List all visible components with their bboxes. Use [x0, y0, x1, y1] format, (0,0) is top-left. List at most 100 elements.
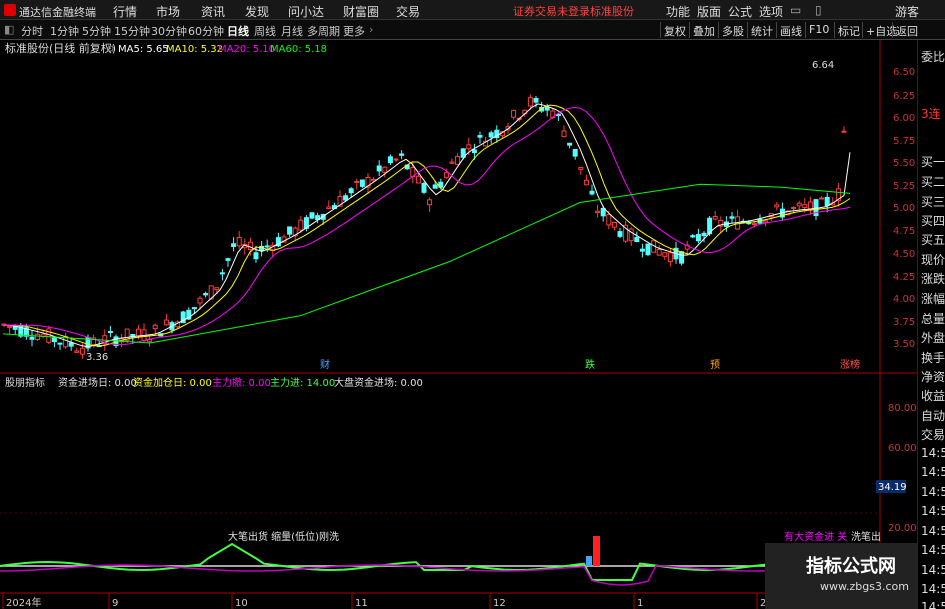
marker-die[interactable]: 跌 — [585, 358, 595, 371]
period-5min[interactable]: 5分钟 — [82, 23, 111, 39]
period-multi[interactable]: 多周期 — [307, 23, 340, 39]
marker-yu[interactable]: 预 — [710, 359, 720, 371]
date-label: 1 — [637, 598, 643, 609]
low-price-label: 3.36 — [86, 352, 108, 363]
app-name: 通达信金融终端 — [19, 6, 96, 19]
btn-fanhui[interactable]: 返回 — [892, 22, 921, 38]
menu-gongshi[interactable]: 公式 — [728, 3, 752, 20]
menu-jiaoyi[interactable]: 交易 — [396, 3, 420, 20]
menu-shichang[interactable]: 市场 — [156, 3, 180, 20]
candle — [595, 210, 601, 214]
btn-biaoji[interactable]: 标记 — [834, 22, 863, 38]
marker-zhangbang[interactable]: 涨榜 — [840, 358, 860, 371]
candle — [253, 252, 259, 260]
candle — [634, 237, 640, 243]
menu-gongneng[interactable]: 功能 — [666, 3, 690, 20]
sub-item-3: 主力进: 14.00 — [270, 376, 335, 389]
candle — [79, 347, 85, 355]
period-60min[interactable]: 60分钟 — [188, 23, 224, 39]
candle — [477, 135, 483, 138]
candle — [152, 324, 158, 330]
sub-indicator-bars — [0, 536, 881, 586]
period-fenshi[interactable]: 分时 — [21, 23, 43, 39]
candle — [359, 179, 365, 187]
quote-panel-item: 现价 — [921, 253, 945, 267]
ma60-label: MA60: 5.18 — [270, 44, 327, 55]
sub-current-value: 34.19 — [878, 482, 907, 493]
menu-zixun[interactable]: 资讯 — [201, 3, 225, 20]
period-day-active[interactable]: 日线 — [227, 23, 249, 39]
minimize-icon[interactable]: ▭ — [790, 3, 801, 17]
user-guest[interactable]: 游客 — [895, 3, 919, 20]
candle — [606, 214, 612, 226]
quote-panel-item: 14:55 — [921, 446, 945, 460]
candle — [695, 234, 701, 242]
candles — [1, 94, 847, 359]
candle — [432, 184, 438, 189]
candle — [219, 272, 225, 275]
quote-panel-item: 14:55 — [921, 563, 945, 577]
marker-cai[interactable]: 财 — [320, 358, 330, 371]
candle — [191, 307, 197, 310]
btn-huaxian[interactable]: 画线 — [776, 22, 805, 38]
candle — [466, 144, 472, 150]
candle — [488, 132, 494, 138]
menu-caifuquan[interactable]: 财富圈 — [343, 3, 379, 20]
settings-gear-icon[interactable]: ⚙ — [106, 44, 115, 55]
candle — [729, 216, 735, 219]
period-month[interactable]: 月线 — [281, 23, 303, 39]
date-label: 10 — [235, 598, 248, 609]
candle — [511, 109, 517, 118]
sub-title: 股朋指标 — [5, 376, 45, 389]
btn-fuquan[interactable]: 复权 — [660, 22, 689, 38]
chevron-right-icon[interactable]: › — [369, 23, 373, 36]
panel-toggle-icon[interactable]: ◧ — [4, 23, 14, 36]
candle — [578, 167, 584, 170]
candle — [617, 231, 623, 237]
candle — [214, 287, 220, 291]
quote-panel-item: 委比 — [921, 50, 945, 64]
login-status[interactable]: 证券交易未登录 — [513, 3, 590, 19]
quote-panel: 委比 3连买一买二买三买四买五现价涨跌涨幅总量外盘换手净资收益自动交易 14:55 1… — [917, 40, 945, 609]
btn-f10[interactable]: F10 — [805, 22, 832, 38]
candle — [791, 206, 797, 209]
sub-item-4: 大盘资金进场: 0.00 — [334, 376, 423, 389]
quote-panel-item: 总量 — [921, 312, 945, 326]
period-1min[interactable]: 1分钟 — [50, 23, 79, 39]
quote-panel-item: 交易 — [921, 428, 945, 442]
period-15min[interactable]: 15分钟 — [114, 23, 150, 39]
quote-panel-item: 14:55 — [921, 600, 945, 609]
period-30min[interactable]: 30分钟 — [151, 23, 187, 39]
menu-bar: 通达信金融终端 行情 市场 资讯 发现 问小达 财富圈 交易 证券交易未登录 标… — [0, 0, 945, 20]
quote-panel-item: 涨幅 — [921, 292, 945, 306]
axis-label: 6.25 — [893, 91, 915, 102]
btn-diejia[interactable]: 叠加 — [689, 22, 718, 38]
candle — [74, 350, 80, 353]
candle — [264, 245, 270, 248]
period-more[interactable]: 更多 — [343, 23, 365, 39]
menu-wenxiaoda[interactable]: 问小达 — [288, 3, 324, 20]
candle — [387, 156, 393, 164]
watermark-url: www.zbgs3.com — [820, 580, 909, 593]
sub-axis-label: 60.00 — [888, 443, 917, 454]
quote-panel-item: 14:55 — [921, 485, 945, 499]
period-week[interactable]: 周线 — [254, 23, 276, 39]
kline-chart[interactable]: 6.50 6.25 6.00 5.75 5.50 5.25 5.00 4.75 4.50 4.25… — [0, 40, 917, 609]
candle — [544, 106, 550, 111]
candle — [819, 197, 825, 200]
date-label: 2024年 — [6, 596, 41, 609]
menu-faxian[interactable]: 发现 — [245, 3, 269, 20]
menu-hangqing[interactable]: 行情 — [113, 3, 137, 20]
restore-icon[interactable]: ▯ — [815, 3, 822, 17]
axis-label: 5.25 — [893, 181, 915, 192]
candle — [796, 202, 802, 207]
candle — [287, 226, 293, 235]
menu-xuanxiang[interactable]: 选项 — [759, 3, 783, 20]
quote-panel-item: 外盘 — [921, 331, 945, 345]
btn-tongji[interactable]: 统计 — [747, 22, 776, 38]
btn-duogu[interactable]: 多股 — [718, 22, 747, 38]
candle — [763, 220, 769, 223]
sub-bar-blue — [586, 556, 592, 566]
axis-label: 5.50 — [893, 158, 915, 169]
menu-banmian[interactable]: 版面 — [697, 3, 721, 20]
